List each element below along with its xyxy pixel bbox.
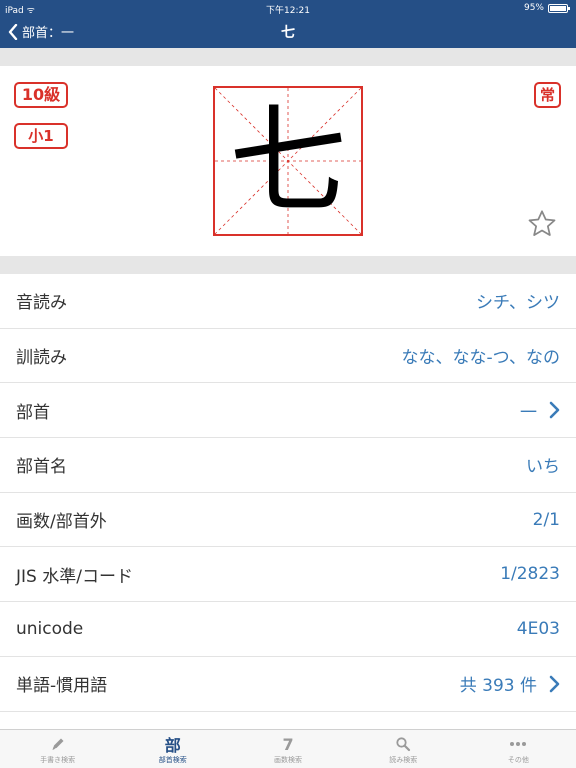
pencil-icon xyxy=(50,734,66,754)
row-jis-code: JIS 水準/コード 1/2823 xyxy=(0,547,576,603)
row-value: 4E03 xyxy=(516,618,560,639)
chevron-right-icon xyxy=(549,675,560,692)
row-words-idioms[interactable]: 単語-慣用語 共 393 件 xyxy=(0,657,576,712)
row-radical[interactable]: 部首 一 xyxy=(0,383,576,439)
row-value: いち xyxy=(526,457,560,478)
status-time: 下午12:21 xyxy=(266,6,310,16)
battery-percent: 95% xyxy=(523,3,544,13)
chevron-right-icon xyxy=(549,401,560,419)
row-stroke-count: 画数/部首外 2/1 xyxy=(0,493,576,548)
search-icon xyxy=(395,734,411,754)
tab-bar: 手書き検索 部 部首検索 7 画数検索 読み検索 その他 xyxy=(0,729,576,768)
kanji-card: 10級 小1 常 七 xyxy=(0,66,576,256)
row-onyomi: 音読み シチ、シツ xyxy=(0,274,576,329)
row-value: 1/2823 xyxy=(500,564,560,585)
row-label: 部首 xyxy=(16,402,50,423)
tab-label: 部首検索 xyxy=(158,756,187,764)
tab-radical-search[interactable]: 部 部首検索 xyxy=(115,730,230,768)
tab-other[interactable]: その他 xyxy=(461,730,576,768)
tab-label: 読み検索 xyxy=(389,756,418,764)
more-icon xyxy=(509,734,527,754)
row-label: JIS 水準/コード xyxy=(16,566,133,587)
school-grade-badge: 小1 xyxy=(14,123,68,149)
tab-reading-search[interactable]: 読み検索 xyxy=(346,730,461,768)
joyo-badge: 常 xyxy=(534,82,561,108)
tab-label: その他 xyxy=(507,756,529,764)
top-bar: iPad ᯤ 下午12:21 95% 部首：一 七 xyxy=(0,0,576,48)
row-label: 音読み xyxy=(16,293,67,314)
page-title: 七 xyxy=(281,25,295,41)
kanken-grade-badge: 10級 xyxy=(14,82,68,108)
radical-icon: 部 xyxy=(164,736,181,755)
kanji-character: 七 xyxy=(228,92,347,230)
status-bar: iPad ᯤ 下午12:21 95% xyxy=(0,0,576,16)
row-value: 2/1 xyxy=(532,509,560,530)
row-label: 訓読み xyxy=(16,348,67,369)
row-label: 画数/部首外 xyxy=(16,512,107,533)
tab-label: 画数検索 xyxy=(274,756,302,764)
row-value: 一 xyxy=(520,402,537,423)
tab-handwriting-search[interactable]: 手書き検索 xyxy=(0,730,115,768)
tab-label: 手書き検索 xyxy=(40,756,76,764)
row-unicode: unicode 4E03 xyxy=(0,602,576,657)
stroke-count-icon: 7 xyxy=(282,734,294,754)
row-label: 単語-慣用語 xyxy=(16,676,108,697)
favorite-star-icon[interactable] xyxy=(526,208,558,240)
row-value: なな、なな-つ、なの xyxy=(401,348,560,369)
row-label: 部首名 xyxy=(16,457,67,478)
kanji-info-list: 音読み シチ、シツ 訓読み なな、なな-つ、なの 部首 一 部首名 いち 画数/… xyxy=(0,274,576,729)
row-kunyomi: 訓読み なな、なな-つ、なの xyxy=(0,329,576,384)
tab-stroke-search[interactable]: 7 画数検索 xyxy=(230,730,345,768)
row-partial[interactable]: … xyxy=(0,712,576,729)
row-value: 共 393 件 xyxy=(459,676,537,697)
row-radical-name: 部首名 いち xyxy=(0,438,576,493)
row-value: シチ、シツ xyxy=(476,293,560,314)
battery-status: 95% xyxy=(523,3,570,13)
kanji-practice-grid: 七 xyxy=(213,86,363,236)
section-divider xyxy=(0,48,576,66)
battery-icon xyxy=(548,3,570,13)
row-label: unicode xyxy=(16,618,84,639)
section-divider xyxy=(0,256,576,274)
